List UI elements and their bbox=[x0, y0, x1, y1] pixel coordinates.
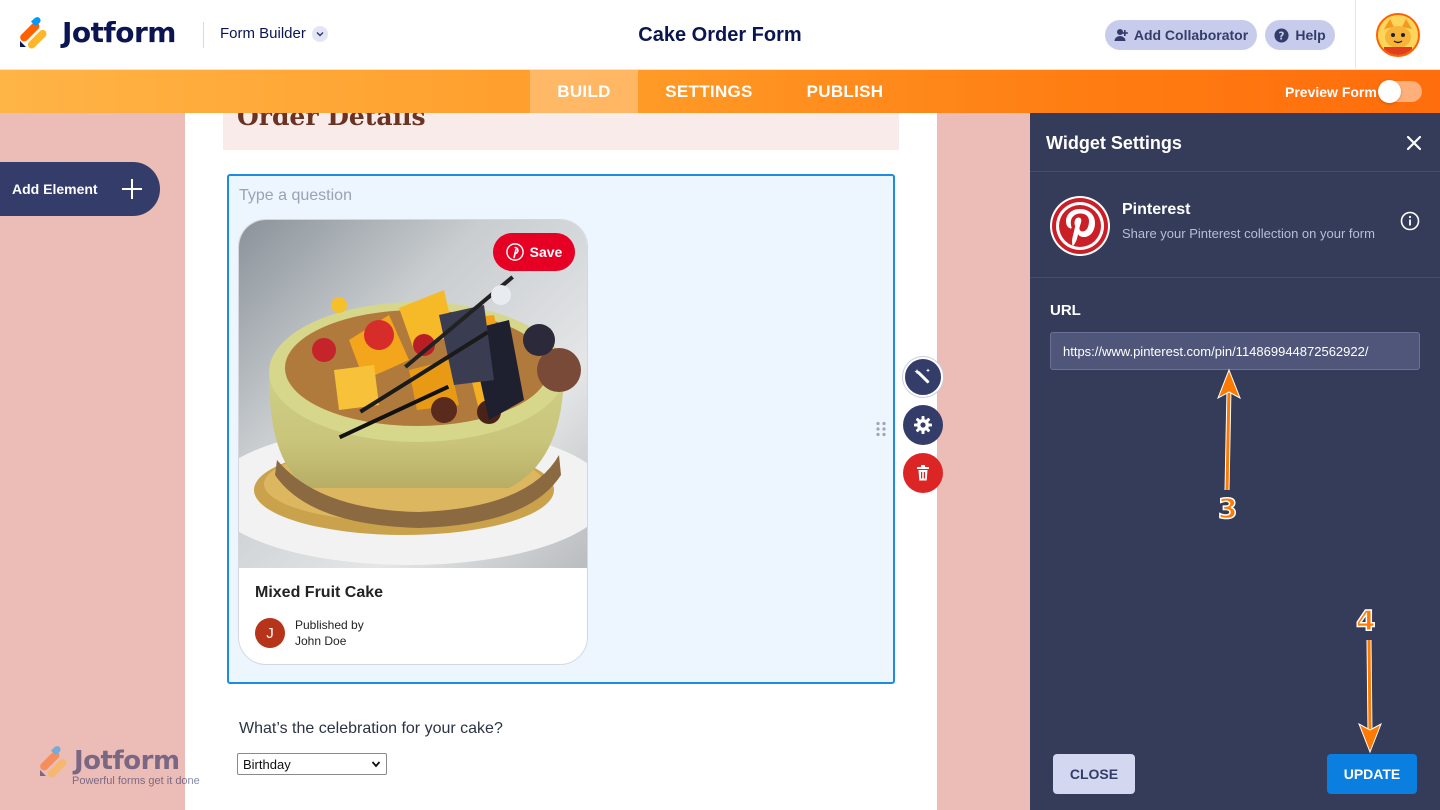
pinterest-icon bbox=[505, 243, 524, 261]
preview-form-toggle[interactable] bbox=[1378, 80, 1422, 103]
widget-settings-panel: Widget Settings Pinterest Share your Pin… bbox=[1030, 113, 1440, 810]
publisher-name[interactable]: John Doe bbox=[295, 633, 364, 649]
celebration-select[interactable]: Birthday bbox=[237, 753, 387, 775]
celebration-selected-value: Birthday bbox=[243, 756, 291, 772]
add-collaborator-label: Add Collaborator bbox=[1133, 27, 1249, 43]
panel-divider bbox=[1030, 171, 1440, 172]
magic-wand-icon bbox=[914, 368, 930, 384]
url-input[interactable]: https://www.pinterest.com/pin/1148699448… bbox=[1050, 332, 1420, 370]
form-builder-label: Form Builder bbox=[220, 25, 306, 42]
add-element-button[interactable]: Add Element bbox=[0, 162, 160, 216]
chevron-down-icon bbox=[311, 25, 328, 42]
form-title[interactable]: Cake Order Form bbox=[638, 24, 801, 46]
publisher-avatar[interactable]: J bbox=[255, 618, 285, 648]
form-canvas: Order Details Type a question Save Mixed… bbox=[185, 113, 937, 810]
close-button[interactable]: CLOSE bbox=[1053, 754, 1135, 794]
watermark-tagline: Powerful forms get it done bbox=[72, 775, 200, 787]
jotform-logo-icon bbox=[20, 16, 47, 49]
user-avatar[interactable] bbox=[1376, 13, 1420, 57]
brand-name: Jotform bbox=[62, 16, 176, 49]
annotation-step-3: 3 bbox=[1217, 491, 1238, 526]
url-label: URL bbox=[1050, 302, 1081, 319]
header-divider-2 bbox=[1355, 0, 1356, 70]
publisher-info: Published by John Doe bbox=[295, 617, 364, 649]
widget-description: Share your Pinterest collection on your … bbox=[1122, 226, 1375, 241]
update-button[interactable]: UPDATE bbox=[1327, 754, 1417, 794]
cake-image bbox=[239, 220, 587, 568]
widget-name: Pinterest bbox=[1122, 201, 1191, 218]
help-label: Help bbox=[1295, 27, 1326, 43]
add-element-label: Add Element bbox=[12, 181, 98, 197]
panel-title: Widget Settings bbox=[1046, 133, 1182, 153]
pin-title[interactable]: Mixed Fruit Cake bbox=[255, 584, 383, 602]
drag-handle-icon[interactable] bbox=[875, 421, 887, 437]
help-button[interactable]: ? Help bbox=[1265, 20, 1335, 50]
celebration-question-label[interactable]: What’s the celebration for your cake? bbox=[239, 720, 503, 738]
panel-divider bbox=[1030, 277, 1440, 278]
builder-navbar: BUILD SETTINGS PUBLISH Preview Form bbox=[0, 70, 1440, 113]
section-title: Order Details bbox=[237, 113, 426, 131]
field-settings-button[interactable] bbox=[903, 405, 943, 445]
form-builder-menu[interactable]: Form Builder bbox=[220, 25, 328, 42]
pinterest-widget-field[interactable]: Type a question Save Mixed Fruit Cake J … bbox=[227, 174, 895, 684]
pinterest-widget-logo bbox=[1050, 196, 1110, 256]
pinterest-save-label: Save bbox=[529, 244, 563, 260]
published-by-label: Published by bbox=[295, 618, 364, 632]
svg-text:?: ? bbox=[1279, 30, 1285, 42]
chevron-down-icon bbox=[371, 761, 381, 768]
tab-publish[interactable]: PUBLISH bbox=[780, 70, 910, 113]
delete-field-button[interactable] bbox=[903, 453, 943, 493]
watermark-brand: Jotform bbox=[74, 746, 180, 776]
tab-build[interactable]: BUILD bbox=[530, 70, 638, 113]
info-icon[interactable] bbox=[1400, 211, 1420, 231]
pinterest-save-button[interactable]: Save bbox=[493, 233, 575, 271]
help-circle-icon: ? bbox=[1274, 27, 1289, 43]
preview-form-label: Preview Form bbox=[1285, 84, 1377, 100]
trash-icon bbox=[917, 465, 929, 481]
pinterest-icon bbox=[1052, 198, 1108, 254]
jotform-logo[interactable]: Jotform bbox=[18, 16, 176, 49]
add-collaborator-button[interactable]: Add Collaborator bbox=[1105, 20, 1257, 50]
header-divider bbox=[203, 22, 204, 48]
section-header[interactable]: Order Details bbox=[223, 113, 899, 150]
gear-icon bbox=[914, 416, 932, 434]
question-label-placeholder[interactable]: Type a question bbox=[239, 187, 352, 205]
close-icon[interactable] bbox=[1404, 133, 1424, 153]
plus-icon bbox=[120, 177, 144, 201]
jotform-logo-icon bbox=[40, 746, 67, 778]
annotation-step-4: 4 bbox=[1355, 603, 1376, 638]
magic-wand-button[interactable] bbox=[903, 357, 943, 397]
tab-settings[interactable]: SETTINGS bbox=[638, 70, 780, 113]
toggle-knob bbox=[1378, 80, 1401, 103]
pinterest-pin-card[interactable]: Save Mixed Fruit Cake J Published by Joh… bbox=[238, 219, 588, 665]
user-plus-icon bbox=[1114, 29, 1128, 41]
top-header: Jotform Form Builder Cake Order Form Add… bbox=[0, 0, 1440, 70]
